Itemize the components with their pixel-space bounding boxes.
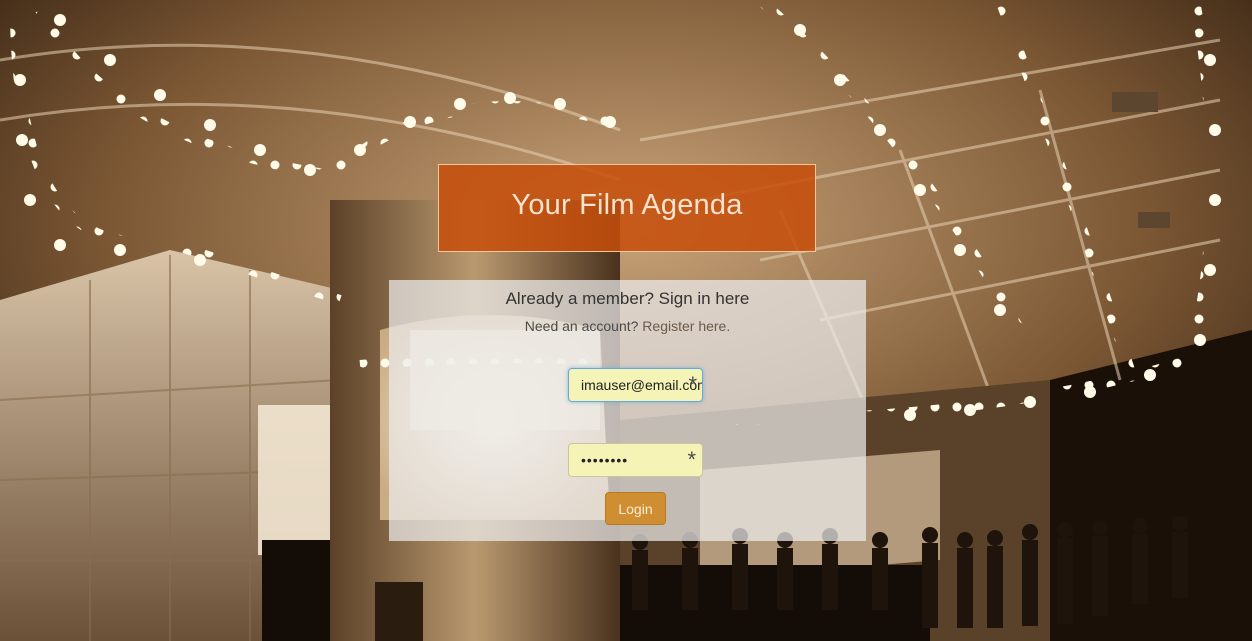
required-asterisk-icon: * — [687, 447, 697, 472]
required-asterisk-icon: * — [688, 372, 697, 397]
password-field-value: •••••••• — [581, 452, 629, 468]
site-title: Your Film Agenda — [511, 188, 743, 221]
register-link[interactable]: Register here. — [642, 318, 730, 334]
register-prompt: Need an account? — [524, 318, 639, 334]
login-button[interactable]: Login — [605, 492, 666, 525]
login-panel: Already a member? Sign in here Need an a… — [389, 280, 866, 541]
sign-in-heading: Already a member? Sign in here — [505, 289, 750, 308]
email-field[interactable]: imauser@email.com * — [568, 368, 703, 402]
password-field[interactable]: •••••••• * — [568, 443, 703, 477]
login-page: Your Film Agenda Already a member? Sign … — [0, 0, 1252, 641]
register-prompt-line: Need an account? Register here. — [389, 318, 866, 334]
site-title-banner: Your Film Agenda — [438, 164, 816, 252]
email-field-value: imauser@email.com — [581, 377, 703, 393]
